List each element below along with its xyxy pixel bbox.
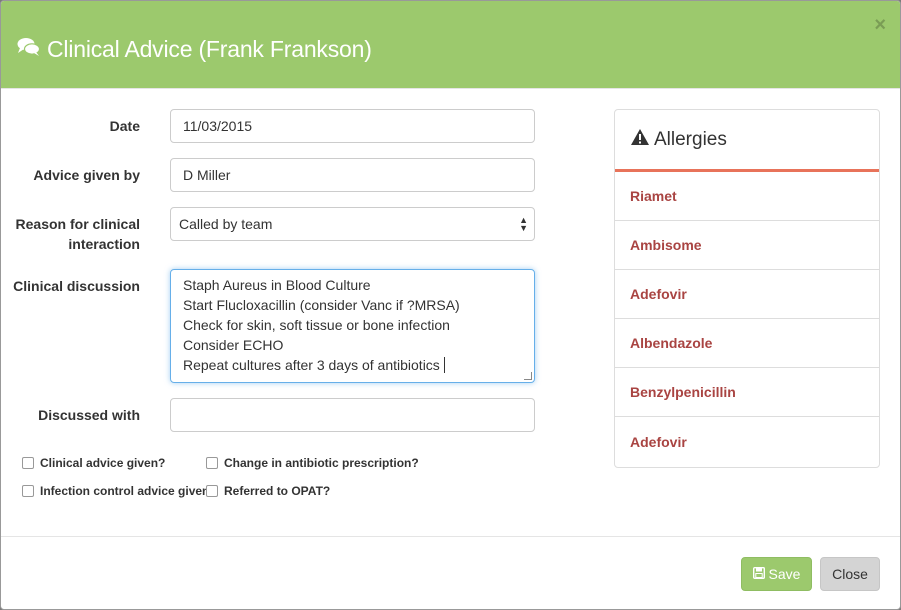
checkbox-label: Referred to OPAT? [224, 484, 331, 498]
advice-given-by-input[interactable]: D Miller [170, 158, 535, 192]
allergy-item: Adefovir [615, 270, 879, 319]
modal-title: Clinical Advice (Frank Frankson) [17, 36, 372, 63]
reason-select-value: Called by team [179, 216, 273, 232]
comments-icon [17, 36, 41, 63]
allergy-item: Benzylpenicillin [615, 368, 879, 417]
referred-to-opat-checkbox[interactable]: Referred to OPAT? [206, 484, 330, 498]
select-arrows-icon: ▲ ▼ [519, 215, 528, 233]
floppy-disk-icon [752, 566, 765, 582]
discussion-line-last: Repeat cultures after 3 days of antibiot… [183, 355, 522, 375]
discussion-line: Check for skin, soft tissue or bone infe… [183, 317, 450, 333]
allergy-item: Riamet [615, 172, 879, 221]
save-button[interactable]: Save [741, 557, 812, 591]
clinical-discussion-textarea[interactable]: Staph Aureus in Blood Culture Start Fluc… [170, 269, 535, 383]
clinical-advice-given-checkbox[interactable]: Clinical advice given? [22, 456, 165, 470]
resize-handle-icon[interactable] [524, 372, 532, 380]
checkbox-box[interactable] [206, 457, 218, 469]
discussion-line: Consider ECHO [183, 337, 284, 353]
clinical-advice-modal: Clinical Advice (Frank Frankson) × Date … [0, 0, 901, 610]
reason-label-line1: Reason for clinical [15, 216, 140, 232]
discussion-line-text: Repeat cultures after 3 days of antibiot… [183, 357, 440, 373]
close-icon[interactable]: × [874, 15, 886, 35]
discussion-line: Start Flucloxacillin (consider Vanc if ?… [183, 297, 460, 313]
checkbox-label: Infection control advice given? [40, 484, 217, 498]
infection-control-checkbox[interactable]: Infection control advice given? [22, 484, 217, 498]
reason-label: Reason for clinical interaction [1, 214, 140, 254]
change-antibiotic-checkbox[interactable]: Change in antibiotic prescription? [206, 456, 419, 470]
discussion-line: Staph Aureus in Blood Culture [183, 277, 371, 293]
modal-header: Clinical Advice (Frank Frankson) × [1, 1, 900, 89]
allergy-item: Ambisome [615, 221, 879, 270]
allergy-item: Albendazole [615, 319, 879, 368]
advice-given-by-label: Advice given by [33, 167, 140, 183]
checkbox-box[interactable] [206, 485, 218, 497]
checkbox-box[interactable] [22, 457, 34, 469]
checkbox-label: Change in antibiotic prescription? [224, 456, 419, 470]
text-caret [443, 357, 445, 373]
clinical-discussion-label: Clinical discussion [13, 278, 140, 294]
date-label: Date [109, 118, 140, 134]
warning-icon [630, 128, 650, 152]
checkbox-box[interactable] [22, 485, 34, 497]
discussed-with-input[interactable] [170, 398, 535, 432]
allergies-header: Allergies [615, 110, 879, 172]
date-input[interactable]: 11/03/2015 [170, 109, 535, 143]
close-button[interactable]: Close [820, 557, 880, 591]
checkbox-label: Clinical advice given? [40, 456, 166, 470]
modal-footer: Save Close [1, 536, 900, 609]
allergies-panel: Allergies Riamet Ambisome Adefovir Alben… [614, 109, 880, 468]
allergies-title: Allergies [654, 128, 727, 150]
discussed-with-label: Discussed with [38, 407, 140, 423]
modal-title-text: Clinical Advice (Frank Frankson) [47, 36, 372, 62]
reason-label-line2: interaction [68, 236, 140, 252]
allergy-item: Adefovir [630, 433, 687, 450]
save-label: Save [768, 566, 801, 582]
reason-select[interactable]: Called by team ▲ ▼ [170, 207, 535, 241]
